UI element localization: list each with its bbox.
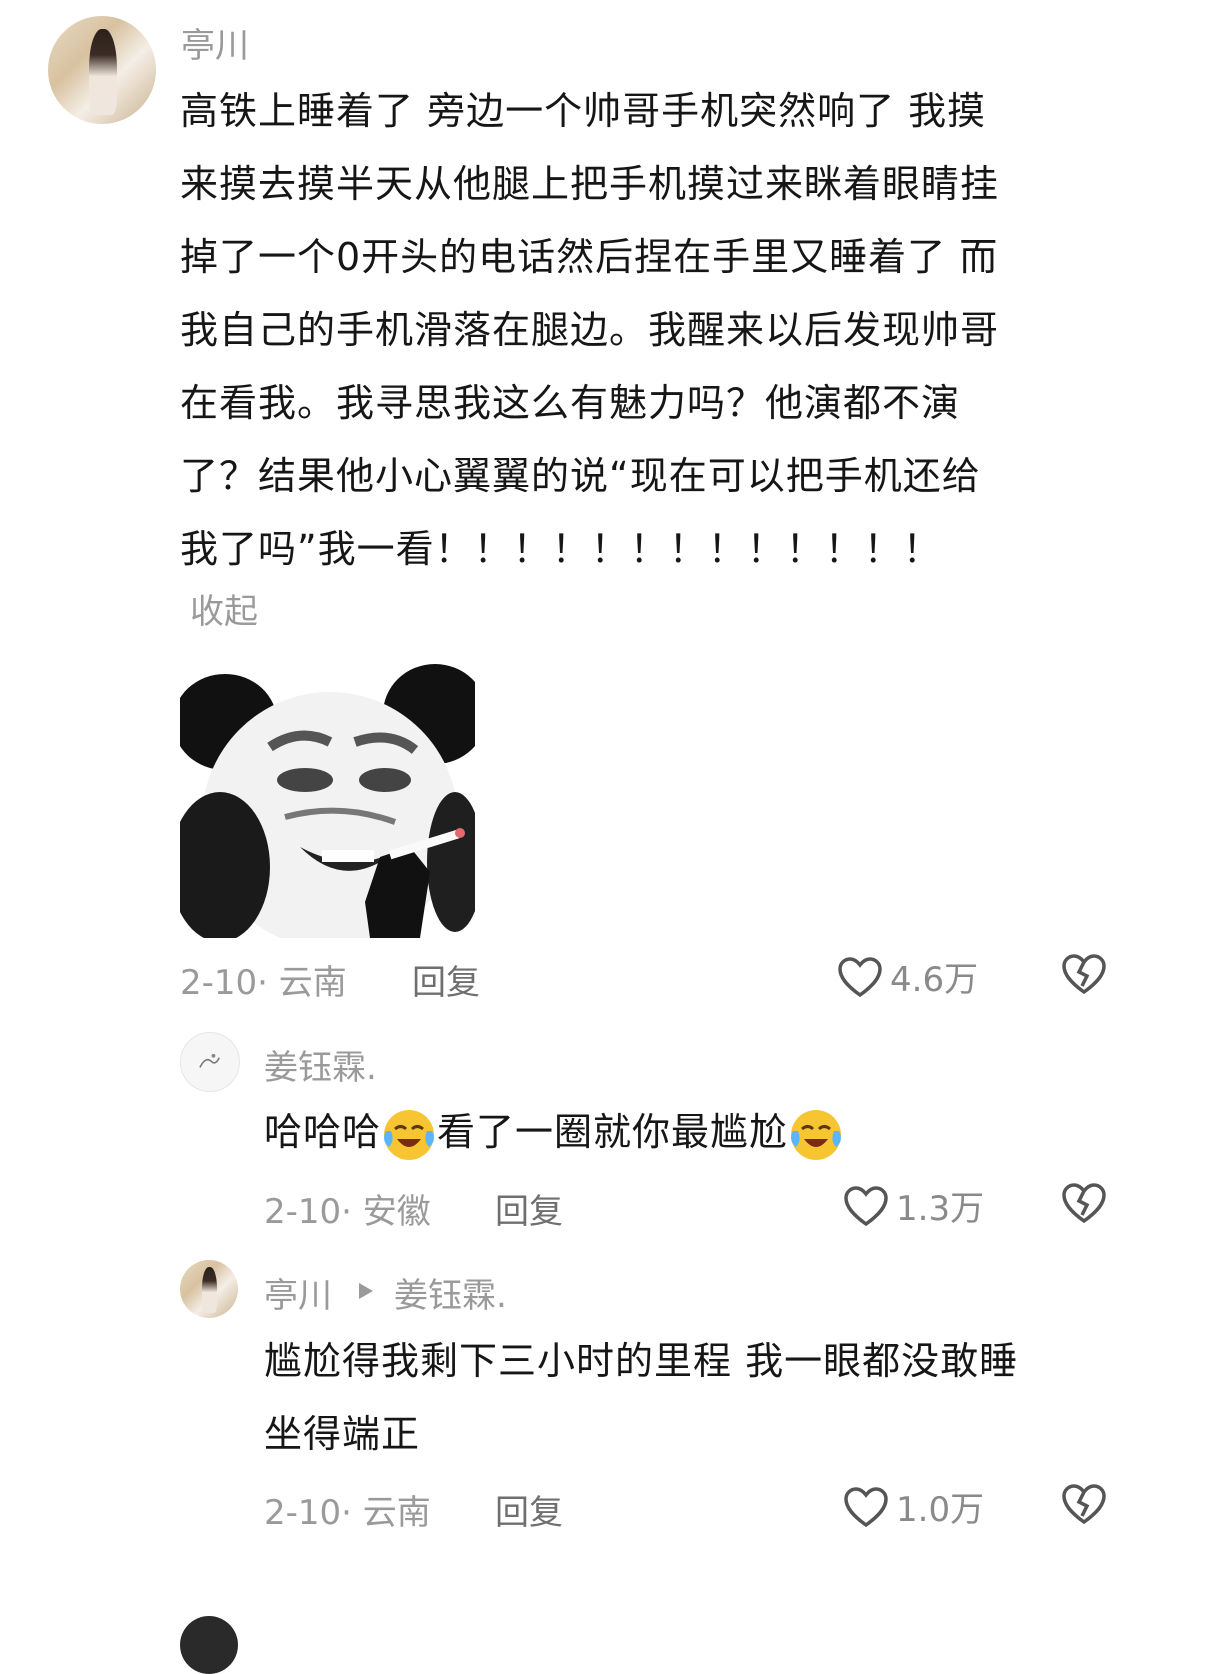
- comment-username[interactable]: 亭川: [264, 1268, 332, 1317]
- comment-date-location: 2-10· 云南: [180, 963, 347, 1003]
- broken-heart-icon: [1062, 1183, 1106, 1224]
- dislike-button[interactable]: [1060, 1181, 1108, 1229]
- comment-username[interactable]: 亭川: [181, 18, 249, 67]
- avatar[interactable]: [180, 1032, 240, 1092]
- avatar[interactable]: [48, 16, 156, 124]
- broken-heart-icon: [1062, 1484, 1106, 1525]
- avatar[interactable]: [180, 1260, 238, 1318]
- sketch-avatar-graphic: [199, 1054, 221, 1069]
- comment-text-part: 哈哈哈: [264, 1110, 382, 1154]
- comment-text-part: 看了一圈就你最尴尬: [437, 1110, 789, 1154]
- like-count: 1.3万: [896, 1189, 985, 1229]
- triangle-right-icon: [359, 1283, 373, 1299]
- comment-line: 尴尬得我剩下三小时的里程 我一眼都没敢睡: [264, 1339, 1019, 1383]
- avatar[interactable]: [180, 1616, 238, 1674]
- crying-laughing-emoji-icon: [384, 1109, 435, 1160]
- crying-laughing-emoji-icon: [791, 1109, 842, 1160]
- reply-button[interactable]: 回复: [495, 1184, 563, 1233]
- like-count: 4.6万: [890, 960, 979, 1000]
- comment-date-location: 2-10· 云南: [264, 1493, 431, 1533]
- comment-line: 高铁上睡着了 旁边一个帅哥手机突然响了 我摸: [180, 89, 987, 133]
- comment-line: 掉了一个0开头的电话然后捏在手里又睡着了 而: [180, 235, 999, 279]
- comment-line: 我了吗”我一看！！！！！！！！！！！！！: [180, 527, 942, 571]
- collapse-button[interactable]: 收起: [190, 584, 258, 633]
- meme-image[interactable]: [180, 642, 475, 938]
- comment-text: 高铁上睡着了 旁边一个帅哥手机突然响了 我摸 来摸去摸半天从他腿上把手机摸过来眯…: [180, 75, 999, 586]
- reply-to-username[interactable]: 姜钰霖.: [394, 1268, 507, 1317]
- like-count: 1.0万: [896, 1490, 985, 1530]
- comment-line: 在看我。我寻思我这么有魅力吗？他演都不演: [180, 381, 961, 425]
- reply-button[interactable]: 回复: [495, 1485, 563, 1534]
- like-button[interactable]: 1.3万: [842, 1181, 984, 1230]
- dislike-button[interactable]: [1060, 952, 1108, 1000]
- comment-text: 哈哈哈 看了一圈就你最尴尬: [264, 1096, 844, 1169]
- comment-line: 坐得端正: [264, 1412, 421, 1456]
- like-button[interactable]: 4.6万: [836, 952, 978, 1001]
- comment-line: 我自己的手机滑落在腿边。我醒来以后发现帅哥: [180, 308, 1000, 352]
- broken-heart-icon: [1062, 954, 1106, 995]
- heart-outline-icon: [844, 1185, 888, 1226]
- comment-line: 了？结果他小心翼翼的说“现在可以把手机还给: [180, 454, 981, 498]
- heart-outline-icon: [838, 956, 882, 997]
- comment-username[interactable]: 姜钰霖.: [264, 1040, 377, 1089]
- comment-line: 来摸去摸半天从他腿上把手机摸过来眯着眼睛挂: [180, 162, 1000, 206]
- comment-date-location: 2-10· 安徽: [264, 1192, 431, 1232]
- heart-outline-icon: [844, 1486, 888, 1527]
- like-button[interactable]: 1.0万: [842, 1482, 984, 1531]
- reply-button[interactable]: 回复: [412, 955, 480, 1004]
- panda-meme-graphic: [180, 642, 475, 938]
- comment-text: 尴尬得我剩下三小时的里程 我一眼都没敢睡 坐得端正: [264, 1325, 1018, 1471]
- dislike-button[interactable]: [1060, 1482, 1108, 1530]
